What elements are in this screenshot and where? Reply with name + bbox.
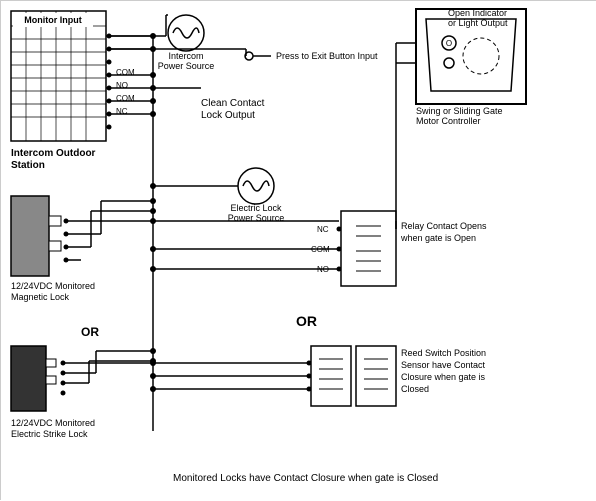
svg-text:or Light Output: or Light Output	[448, 18, 508, 28]
svg-text:Lock Output: Lock Output	[201, 110, 255, 121]
svg-text:Monitored Locks have Contact C: Monitored Locks have Contact Closure whe…	[173, 473, 438, 484]
svg-text:Power Source: Power Source	[158, 61, 215, 71]
svg-text:Intercom: Intercom	[168, 51, 203, 61]
svg-text:Motor Controller: Motor Controller	[416, 116, 481, 126]
svg-text:12/24VDC Monitored: 12/24VDC Monitored	[11, 281, 95, 291]
svg-text:Reed Switch Position: Reed Switch Position	[401, 348, 486, 358]
svg-text:12/24VDC Monitored: 12/24VDC Monitored	[11, 418, 95, 428]
svg-text:OR: OR	[296, 313, 317, 329]
svg-text:Clean Contact: Clean Contact	[201, 98, 265, 109]
svg-text:Closed: Closed	[401, 384, 429, 394]
svg-text:Electric Lock: Electric Lock	[230, 203, 282, 213]
svg-text:Sensor have Contact: Sensor have Contact	[401, 360, 486, 370]
svg-text:Monitor Input: Monitor Input	[24, 15, 81, 25]
svg-text:Station: Station	[11, 160, 45, 171]
svg-text:Intercom Outdoor: Intercom Outdoor	[11, 148, 96, 159]
svg-text:Closure when gate is: Closure when gate is	[401, 372, 486, 382]
svg-text:O: O	[446, 39, 452, 48]
wiring-diagram: Monitor Input COM NO COM NC Intercom Out…	[0, 0, 596, 500]
svg-text:Swing or Sliding Gate: Swing or Sliding Gate	[416, 106, 503, 116]
svg-text:Relay Contact Opens: Relay Contact Opens	[401, 221, 487, 231]
svg-text:NC: NC	[317, 225, 329, 234]
svg-text:Press to Exit Button Input: Press to Exit Button Input	[276, 51, 378, 61]
svg-text:when gate is Open: when gate is Open	[400, 233, 476, 243]
svg-text:Magnetic Lock: Magnetic Lock	[11, 292, 70, 302]
svg-text:Open Indicator: Open Indicator	[448, 8, 507, 18]
svg-text:Electric Strike Lock: Electric Strike Lock	[11, 429, 88, 439]
svg-text:OR: OR	[81, 325, 99, 339]
